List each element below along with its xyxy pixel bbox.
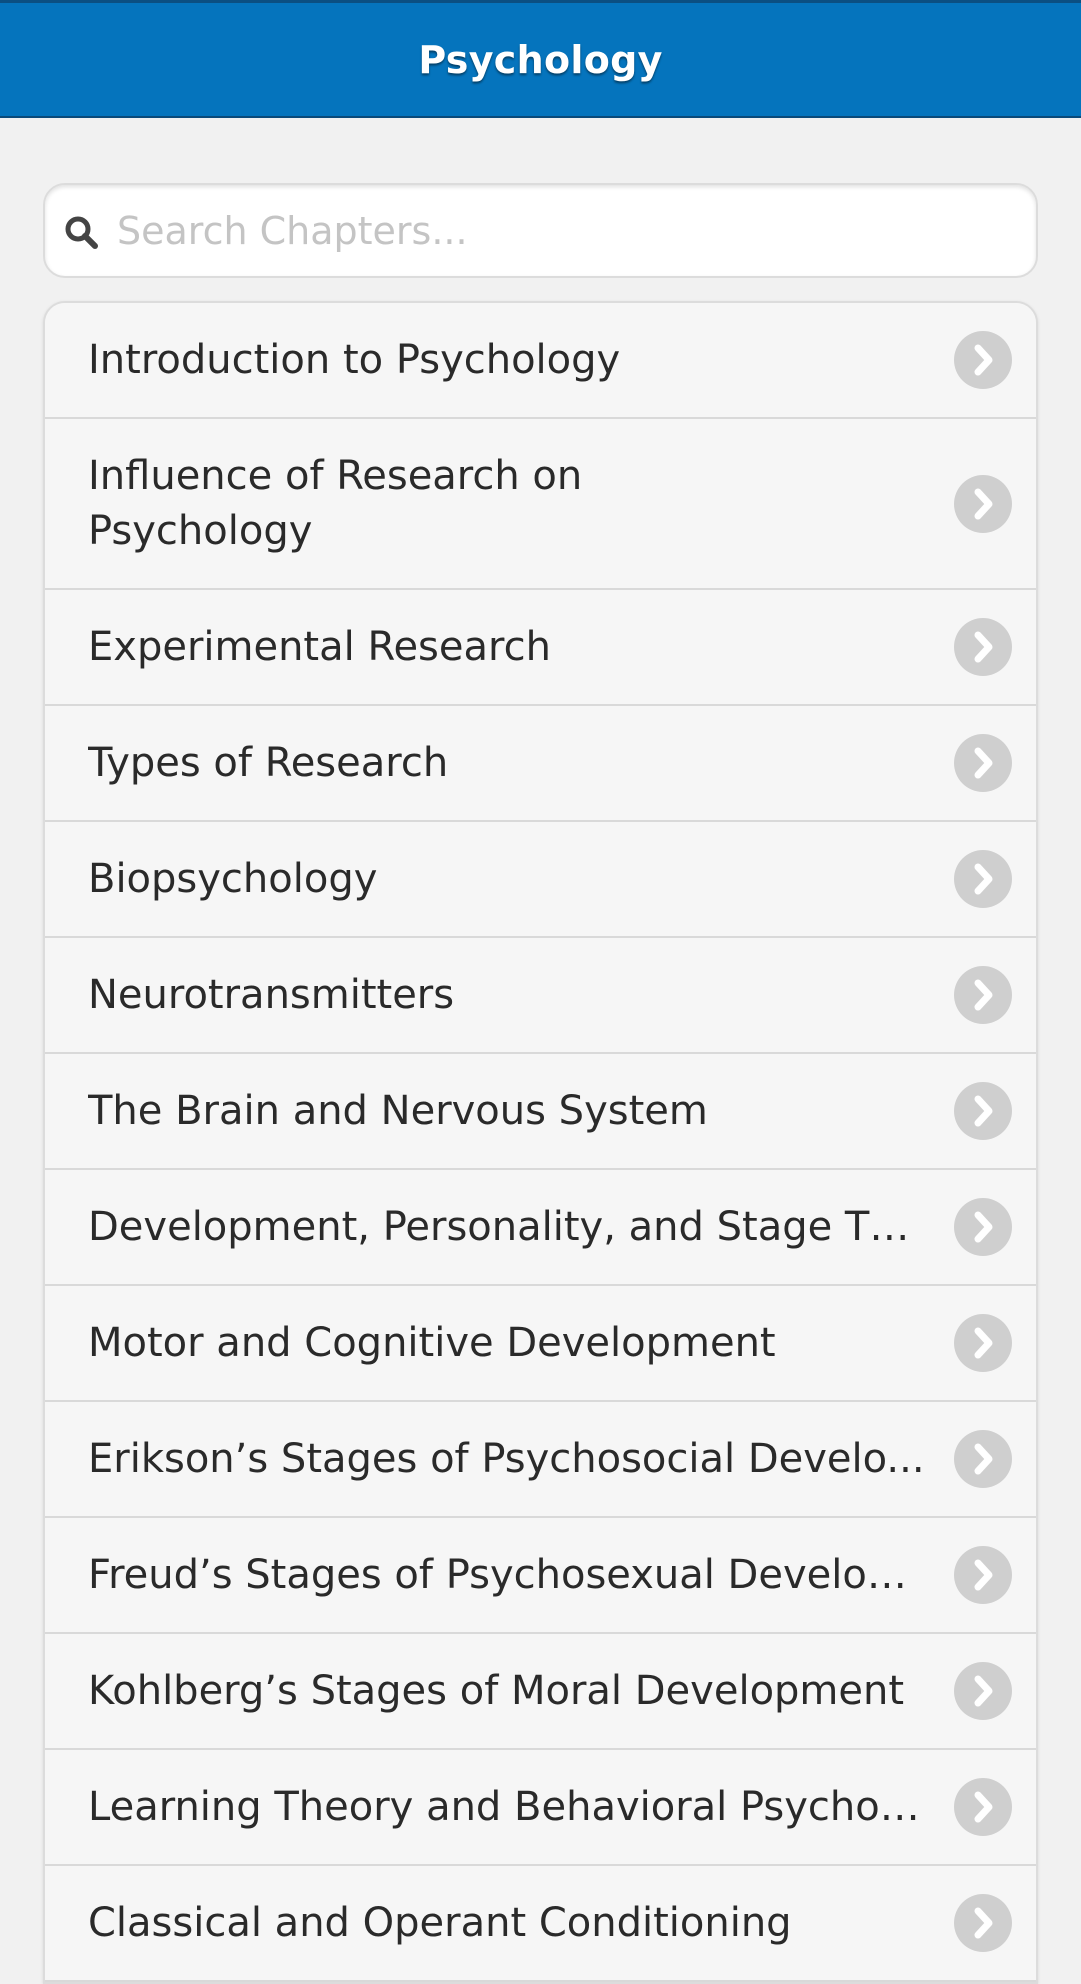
list-item[interactable]: Kohlberg’s Stages of Moral Development: [45, 1634, 1036, 1750]
chapter-list: Introduction to Psychology Influence of …: [43, 301, 1038, 1984]
chevron-right-icon: [954, 1314, 1012, 1372]
chevron-right-icon: [954, 734, 1012, 792]
list-item-label: Introduction to Psychology: [88, 336, 621, 383]
list-item-label: Freud’s Stages of Psychosexual Develop..…: [88, 1551, 926, 1598]
chevron-right-icon: [954, 1546, 1012, 1604]
list-item-label: Development, Personality, and Stage Th..…: [88, 1203, 926, 1250]
list-item-label: Erikson’s Stages of Psychosocial Develo.…: [88, 1435, 925, 1482]
page-title: Psychology: [418, 37, 663, 82]
chevron-right-icon: [954, 1430, 1012, 1488]
list-item-label: Types of Research: [88, 739, 449, 786]
list-item-label: Experimental Research: [88, 623, 551, 670]
list-item[interactable]: Freud’s Stages of Psychosexual Develop..…: [45, 1518, 1036, 1634]
chevron-right-icon: [954, 1778, 1012, 1836]
chevron-right-icon: [954, 1662, 1012, 1720]
list-item[interactable]: Types of Research: [45, 706, 1036, 822]
chevron-right-icon: [954, 1082, 1012, 1140]
chevron-right-icon: [954, 850, 1012, 908]
list-item[interactable]: Introduction to Psychology: [45, 303, 1036, 419]
list-item[interactable]: Neurotransmitters: [45, 938, 1036, 1054]
search-input[interactable]: [117, 201, 1017, 261]
chevron-right-icon: [954, 331, 1012, 389]
list-item[interactable]: Learning Theory and Behavioral Psychol..…: [45, 1750, 1036, 1866]
list-item[interactable]: Classical and Operant Conditioning: [45, 1866, 1036, 1982]
list-item[interactable]: Erikson’s Stages of Psychosocial Develo.…: [45, 1402, 1036, 1518]
list-item[interactable]: The Brain and Nervous System: [45, 1054, 1036, 1170]
list-item[interactable]: Motor and Cognitive Development: [45, 1286, 1036, 1402]
list-item[interactable]: Development, Personality, and Stage Th..…: [45, 1170, 1036, 1286]
chevron-right-icon: [954, 1198, 1012, 1256]
list-item-label: Motor and Cognitive Development: [88, 1319, 776, 1366]
list-item-label: Kohlberg’s Stages of Moral Development: [88, 1667, 905, 1714]
list-item-label: Learning Theory and Behavioral Psychol..…: [88, 1783, 926, 1830]
list-item-label: Neurotransmitters: [88, 971, 455, 1018]
chevron-right-icon: [954, 1894, 1012, 1952]
list-item[interactable]: Influence of Research on Psychology: [45, 419, 1036, 590]
list-item[interactable]: Experimental Research: [45, 590, 1036, 706]
search-box[interactable]: [43, 183, 1038, 278]
chevron-right-icon: [954, 474, 1012, 533]
chevron-right-icon: [954, 966, 1012, 1024]
search-icon: [62, 213, 102, 253]
list-item-label: Classical and Operant Conditioning: [88, 1899, 792, 1946]
app-header: Psychology: [0, 0, 1081, 118]
list-item-label: Biopsychology: [88, 855, 378, 902]
list-item-label: The Brain and Nervous System: [88, 1087, 708, 1134]
chevron-right-icon: [954, 618, 1012, 676]
list-item-label: Influence of Research on Psychology: [88, 452, 583, 554]
list-item[interactable]: Biopsychology: [45, 822, 1036, 938]
